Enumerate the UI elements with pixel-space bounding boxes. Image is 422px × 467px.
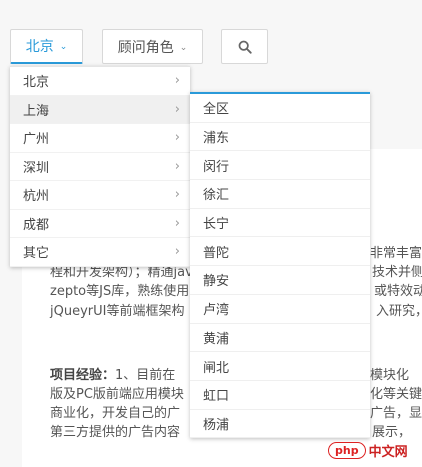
city-item-label: 上海 — [23, 103, 50, 119]
chevron-right-icon: › — [174, 101, 180, 117]
content-line: 模块化 — [370, 368, 410, 383]
search-icon — [238, 40, 252, 54]
content-text: 1、目前在 — [115, 368, 176, 383]
role-filter-label: 顾问角色 — [117, 39, 174, 56]
district-item[interactable]: 卢湾 — [190, 295, 370, 324]
chevron-right-icon: › — [174, 215, 180, 231]
district-item[interactable]: 闵行 — [190, 151, 370, 181]
district-item[interactable]: 虹口 — [190, 381, 370, 410]
chevron-right-icon: › — [174, 187, 180, 203]
city-item-guangzhou[interactable]: 广州 › — [10, 124, 190, 153]
content-line: 化等关键 — [370, 387, 422, 402]
content-line: 技术并侧 — [372, 265, 422, 280]
content-line: 非常丰富 — [370, 246, 422, 261]
chevron-right-icon: › — [174, 158, 180, 174]
district-item[interactable]: 长宁 — [190, 209, 370, 238]
city-item-label: 成都 — [23, 217, 50, 233]
content-line: jQueyrUI等前端框架构 — [50, 304, 185, 319]
district-item[interactable]: 普陀 — [190, 237, 370, 267]
content-line: 或特效动画 — [374, 284, 422, 299]
site-watermark: php 中文网 — [328, 437, 418, 463]
district-item[interactable]: 徐汇 — [190, 180, 370, 209]
chevron-right-icon: › — [174, 244, 180, 260]
city-item-shanghai[interactable]: 上海 › — [10, 95, 190, 124]
district-submenu: 全区 浦东 闵行 徐汇 长宁 普陀 静安 卢湾 黄浦 闸北 虹口 杨浦 — [190, 92, 370, 439]
chevron-down-icon: ⌄ — [59, 42, 68, 52]
content-line: 第三方提供的广告内容 — [50, 425, 181, 440]
district-item[interactable]: 静安 — [190, 266, 370, 295]
city-item-label: 深圳 — [23, 160, 50, 176]
content-line: 商业化，开发自己的广 — [50, 406, 181, 421]
district-item[interactable]: 闸北 — [190, 352, 370, 381]
district-item[interactable]: 黄浦 — [190, 324, 370, 353]
content-line: zepto等JS库，熟练使用 — [50, 284, 190, 299]
content-line: 项目经验：1、目前在 — [50, 366, 175, 385]
city-item-shenzhen[interactable]: 深圳 › — [10, 153, 190, 181]
city-item-chengdu[interactable]: 成都 › — [10, 210, 190, 238]
city-filter-label: 北京 — [25, 39, 54, 55]
city-item-hangzhou[interactable]: 杭州 › — [10, 181, 190, 210]
role-filter-button[interactable]: 顾问角色 ⌄ — [102, 29, 203, 64]
city-item-label: 北京 — [23, 75, 50, 91]
chevron-down-icon: ⌄ — [179, 42, 188, 53]
chevron-right-icon: › — [174, 73, 180, 89]
content-line: 版及PC版前端应用模块 — [50, 387, 184, 402]
city-dropdown-menu: 北京 › 上海 › 广州 › 深圳 › 杭州 › 成都 › 其它 › — [10, 66, 190, 267]
district-item[interactable]: 浦东 — [190, 123, 370, 152]
city-item-other[interactable]: 其它 › — [10, 238, 190, 267]
city-filter-button[interactable]: 北京 ⌄ — [10, 29, 83, 64]
city-item-beijing[interactable]: 北京 › — [10, 67, 190, 96]
district-item[interactable]: 全区 — [190, 94, 370, 123]
chevron-right-icon: › — [174, 130, 180, 146]
watermark-text: 中文网 — [368, 440, 408, 460]
search-button[interactable] — [221, 29, 268, 64]
district-item[interactable]: 杨浦 — [190, 410, 370, 439]
city-item-label: 其它 — [23, 246, 50, 262]
city-item-label: 杭州 — [23, 189, 50, 205]
content-line: 入研究， — [376, 304, 422, 319]
watermark-badge: php — [328, 441, 366, 459]
section-heading: 项目经验： — [50, 368, 116, 383]
city-item-label: 广州 — [23, 132, 50, 148]
content-line: 广告，显 — [370, 406, 422, 421]
